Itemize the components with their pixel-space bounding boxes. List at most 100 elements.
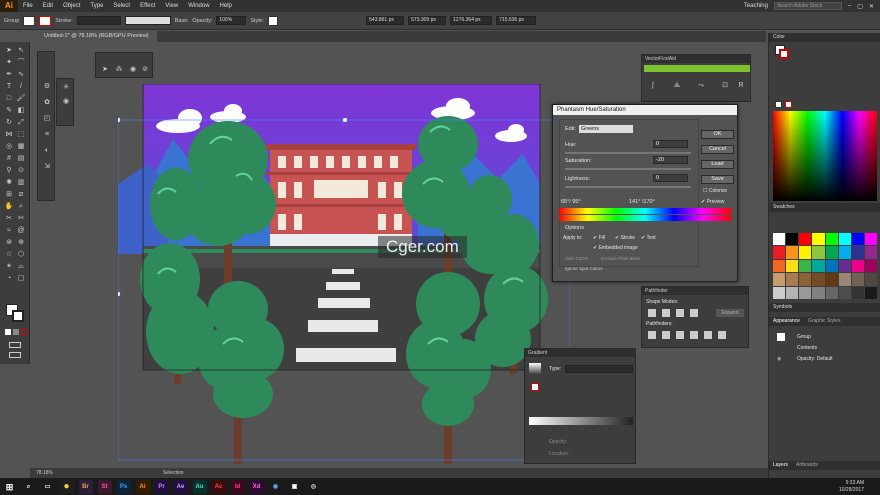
swatch[interactable] bbox=[851, 286, 864, 299]
premiere-icon[interactable]: Pr bbox=[154, 479, 169, 494]
unite-icon[interactable] bbox=[648, 309, 656, 317]
minimize-icon[interactable]: – bbox=[848, 3, 851, 9]
vfa-tool-5-icon[interactable]: R bbox=[736, 81, 746, 91]
swatch[interactable] bbox=[773, 273, 786, 286]
vfa-tool-3-icon[interactable]: ⤳ bbox=[696, 81, 706, 91]
outline-icon[interactable] bbox=[704, 331, 712, 339]
preview-checkbox[interactable]: ✔ Preview bbox=[701, 199, 724, 205]
appearance-panel-icon[interactable]: ◐ bbox=[42, 146, 52, 156]
after-effects-icon[interactable]: Ae bbox=[173, 479, 188, 494]
opacity-field[interactable]: 100% bbox=[216, 16, 247, 25]
type-tool-icon[interactable]: T bbox=[4, 82, 14, 92]
colorize-checkbox[interactable]: ☐ Colorize bbox=[703, 188, 727, 194]
swatch[interactable] bbox=[851, 259, 864, 273]
eraser-tool-icon[interactable]: ◧ bbox=[16, 106, 26, 116]
stroke-weight-field[interactable] bbox=[76, 16, 121, 25]
saturation-slider[interactable] bbox=[565, 168, 691, 170]
swatch[interactable] bbox=[773, 286, 786, 299]
swatch[interactable] bbox=[864, 259, 877, 273]
screen-mode-icon[interactable] bbox=[9, 352, 21, 358]
settings-icon[interactable]: ⚙ bbox=[42, 82, 52, 92]
obs-icon[interactable]: ◉ bbox=[269, 480, 283, 494]
audition-icon[interactable]: Au bbox=[192, 479, 207, 494]
hue-slider[interactable] bbox=[565, 152, 691, 154]
intersect-icon[interactable] bbox=[676, 309, 684, 317]
shape-builder-tool-icon[interactable]: ◎ bbox=[4, 142, 14, 152]
expand-button[interactable]: Expand bbox=[716, 309, 744, 317]
swatch[interactable] bbox=[825, 273, 838, 286]
star-tool-icon[interactable]: ☆ bbox=[4, 250, 14, 260]
edit-select[interactable]: Greens bbox=[579, 125, 633, 133]
document-tab[interactable]: Untitled-1* @ 78.18% (RGB/GPU Preview) bbox=[36, 31, 157, 42]
knife-tool-icon[interactable]: ✂ bbox=[4, 214, 14, 224]
symbols-tab[interactable]: Symbols bbox=[769, 303, 880, 312]
swatch[interactable] bbox=[838, 273, 851, 286]
crop-icon[interactable] bbox=[690, 331, 698, 339]
swatch[interactable] bbox=[812, 259, 825, 273]
transform-icon[interactable]: ⊘ bbox=[140, 65, 150, 75]
gradient-stroke-icon[interactable] bbox=[531, 383, 539, 391]
color-mode-icon[interactable] bbox=[5, 329, 11, 335]
arrow-tool-icon[interactable]: ➤ bbox=[100, 65, 110, 75]
minus-front-icon[interactable] bbox=[662, 309, 670, 317]
swatch[interactable] bbox=[825, 246, 838, 259]
layers-panel-icon[interactable]: ◰ bbox=[42, 114, 52, 124]
export-panel-icon[interactable]: ⇲ bbox=[42, 162, 52, 172]
drawing-mode-icon[interactable] bbox=[9, 342, 21, 348]
magic-wand-tool-icon[interactable]: ✦ bbox=[4, 58, 14, 68]
line-tool-icon[interactable]: / bbox=[16, 82, 26, 92]
gradient-tool-icon[interactable]: ▤ bbox=[16, 154, 26, 164]
swatch[interactable] bbox=[864, 273, 877, 286]
direct-selection-tool-icon[interactable]: ↖ bbox=[16, 46, 26, 56]
maximize-icon[interactable]: ▢ bbox=[857, 3, 863, 10]
hue-range-bar-bottom[interactable] bbox=[559, 215, 731, 221]
indesign-icon[interactable]: Id bbox=[230, 479, 245, 494]
chrome-icon[interactable]: ● bbox=[59, 479, 74, 494]
visibility-eye-icon[interactable]: ◉ bbox=[777, 356, 781, 362]
lightness-field[interactable]: 0 bbox=[653, 174, 688, 182]
rotate-tool-icon[interactable]: ↻ bbox=[4, 118, 14, 128]
bloat-tool-icon[interactable]: ⊕ bbox=[16, 238, 26, 248]
pucker-tool-icon[interactable]: ⊛ bbox=[4, 238, 14, 248]
swatch[interactable] bbox=[864, 233, 877, 246]
acrobat-icon[interactable]: Ac bbox=[211, 479, 226, 494]
ok-button[interactable]: OK bbox=[701, 130, 734, 139]
width-tool-icon[interactable]: ⋈ bbox=[4, 130, 14, 140]
curvature-tool-icon[interactable]: ∿ bbox=[16, 70, 26, 80]
warp-tool-icon[interactable]: ≈ bbox=[4, 226, 14, 236]
blend-tool-icon[interactable]: ⊙ bbox=[16, 166, 26, 176]
color-none-icon[interactable] bbox=[785, 101, 792, 108]
stock-icon[interactable]: St bbox=[97, 479, 112, 494]
eyedropper-tool-icon[interactable]: ⚲ bbox=[4, 166, 14, 176]
close-icon[interactable]: ✕ bbox=[869, 3, 874, 10]
swatch[interactable] bbox=[786, 273, 799, 286]
x-field[interactable]: 543.861 px bbox=[366, 16, 405, 25]
slice-tool-icon[interactable]: ⧄ bbox=[16, 190, 26, 200]
style-swatch[interactable] bbox=[268, 15, 279, 26]
swatch[interactable] bbox=[773, 246, 786, 259]
swatch[interactable] bbox=[864, 286, 877, 299]
eye-icon[interactable]: ◉ bbox=[61, 97, 71, 107]
symbol-icon[interactable]: ✳ bbox=[61, 83, 71, 93]
swatch[interactable] bbox=[864, 246, 877, 259]
swatch[interactable] bbox=[786, 286, 799, 299]
swatch[interactable] bbox=[825, 286, 838, 299]
swatch[interactable] bbox=[851, 246, 864, 259]
swatch[interactable] bbox=[786, 259, 799, 273]
zoom-tool-icon[interactable]: ⌕ bbox=[16, 202, 26, 212]
taskbar-clock[interactable]: 9:33 AM 10/28/2017 bbox=[839, 480, 880, 494]
graphic-styles-tab[interactable]: Graphic Styles bbox=[808, 317, 841, 326]
fill-checkbox[interactable]: ✔ Fill bbox=[593, 235, 605, 241]
swatch[interactable] bbox=[786, 246, 799, 259]
mesh-tool-icon[interactable]: # bbox=[4, 154, 14, 164]
trim-icon[interactable] bbox=[662, 331, 670, 339]
color-spectrum[interactable] bbox=[773, 111, 877, 201]
hue-field[interactable]: 0 bbox=[653, 140, 688, 148]
xd-icon[interactable]: Xd bbox=[249, 479, 264, 494]
swatch[interactable] bbox=[838, 286, 851, 299]
ignore-spot-colors-checkbox[interactable]: Ignore Spot Colors bbox=[565, 266, 603, 271]
swatch[interactable] bbox=[851, 273, 864, 286]
camera-icon[interactable]: ▣ bbox=[288, 480, 302, 494]
column-graph-tool-icon[interactable]: ▥ bbox=[16, 178, 26, 188]
color-white-icon[interactable] bbox=[775, 101, 782, 108]
